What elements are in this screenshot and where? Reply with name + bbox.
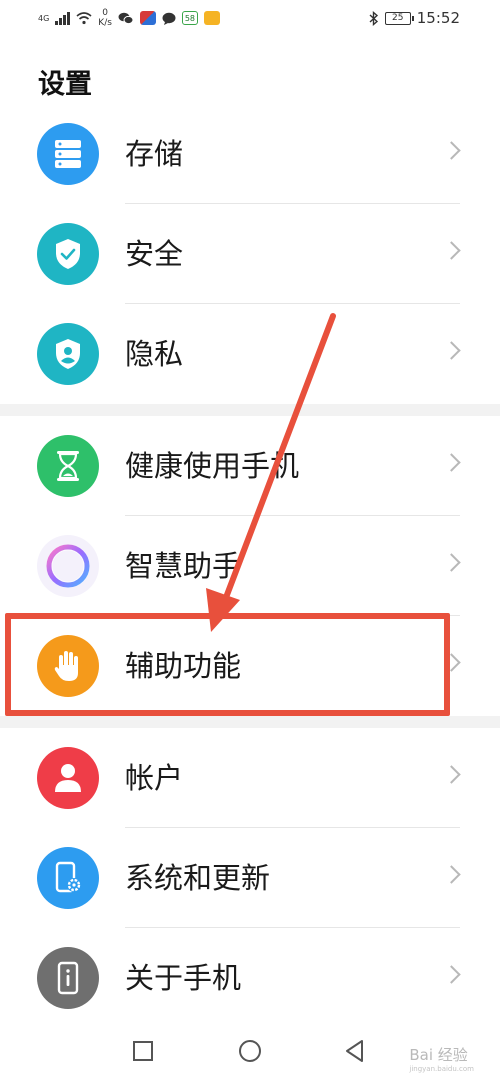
- clock: 15:52: [416, 9, 460, 27]
- network-type: 4G: [38, 13, 50, 23]
- chevron-right-icon: [442, 965, 461, 984]
- watermark-url: jingyan.baidu.com: [409, 1065, 474, 1073]
- mail-app-icon: [203, 11, 220, 25]
- status-bar: 4G 0 K/s 58 25 15:52: [0, 0, 500, 36]
- battery-icon: 25: [384, 11, 414, 25]
- settings-item-system-update[interactable]: 系统和更新: [0, 828, 500, 928]
- annotation-highlight-box: [5, 613, 450, 716]
- back-button[interactable]: [340, 1036, 370, 1066]
- settings-item-account[interactable]: 帐户: [0, 728, 500, 828]
- hourglass-icon: [37, 435, 99, 497]
- bluetooth-icon: [369, 10, 378, 26]
- battery-level: 25: [392, 12, 404, 23]
- chevron-right-icon: [442, 865, 461, 884]
- recent-apps-button[interactable]: [128, 1036, 158, 1066]
- wechat-icon: [118, 12, 134, 24]
- status-bar-left: 4G 0 K/s 58: [38, 8, 220, 28]
- user-icon: [37, 747, 99, 809]
- net-speed: 0 K/s: [98, 8, 112, 28]
- settings-item-label: 健康使用手机: [125, 449, 300, 483]
- settings-item-privacy[interactable]: 隐私: [0, 304, 500, 404]
- app-notification-icon: [139, 11, 156, 25]
- signal-icon: [55, 11, 71, 25]
- settings-item-label: 安全: [125, 237, 184, 271]
- settings-item-label: 存储: [125, 137, 184, 171]
- settings-item-label: 关于手机: [125, 961, 242, 995]
- chevron-right-icon: [442, 241, 461, 260]
- settings-item-label: 隐私: [125, 337, 184, 371]
- section-gap: [0, 404, 500, 416]
- settings-item-security[interactable]: 安全: [0, 204, 500, 304]
- wifi-icon: [76, 11, 92, 24]
- net-speed-unit: K/s: [98, 18, 112, 28]
- chevron-right-icon: [442, 453, 461, 472]
- watermark-text: Bai 经验: [409, 1046, 468, 1064]
- shield-check-icon: [37, 223, 99, 285]
- message-icon: [162, 12, 176, 25]
- phone-info-icon: [37, 947, 99, 1009]
- settings-item-storage[interactable]: 存储: [0, 104, 500, 204]
- app-badge-icon: 58: [181, 11, 198, 25]
- settings-item-label: 智慧助手: [125, 549, 242, 583]
- settings-item-smart-assistant[interactable]: 智慧助手: [0, 516, 500, 616]
- chevron-right-icon: [442, 553, 461, 572]
- phone-gear-icon: [37, 847, 99, 909]
- app-badge-number: 58: [184, 13, 196, 23]
- settings-item-label: 帐户: [125, 761, 184, 795]
- status-bar-right: 25 15:52: [369, 9, 460, 27]
- page-title: 设置: [38, 69, 92, 100]
- chevron-right-icon: [442, 141, 461, 160]
- net-speed-value: 0: [102, 8, 108, 18]
- chevron-right-icon: [442, 765, 461, 784]
- storage-icon: [37, 123, 99, 185]
- settings-item-label: 系统和更新: [125, 861, 271, 895]
- assistant-ring-icon: [37, 535, 99, 597]
- chevron-right-icon: [442, 341, 461, 360]
- privacy-icon: [37, 323, 99, 385]
- watermark: Bai 经验 jingyan.baidu.com: [409, 1044, 474, 1073]
- section-gap: [0, 716, 500, 728]
- settings-item-about-phone[interactable]: 关于手机: [0, 928, 500, 1028]
- settings-item-digital-balance[interactable]: 健康使用手机: [0, 416, 500, 516]
- home-button[interactable]: [235, 1036, 265, 1066]
